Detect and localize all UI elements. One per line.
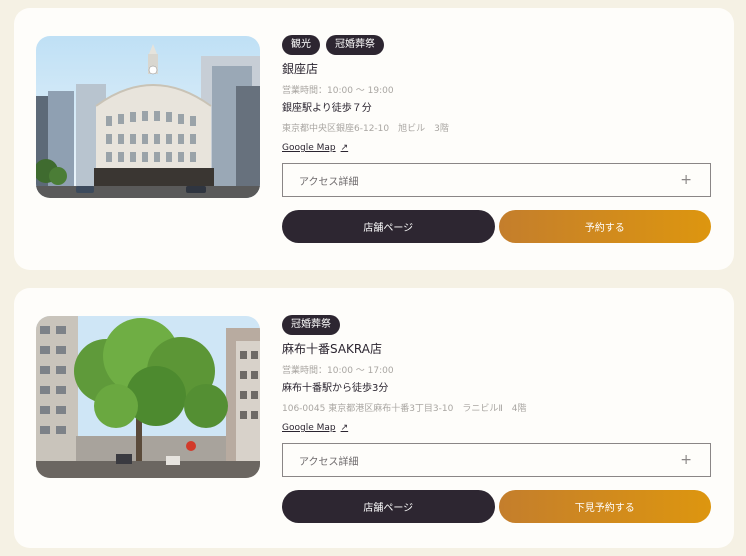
access-details-accordion[interactable]: アクセス詳細 + <box>282 443 711 477</box>
shop-card-azabu: 冠婚葬祭 麻布十番SAKRA店 営業時間：10:00 ～ 17:00 麻布十番駅… <box>14 288 734 548</box>
tag-sightseeing: 観光 <box>282 35 320 55</box>
shop-page-button[interactable]: 店舗ページ <box>282 490 495 523</box>
tag-list: 冠婚葬祭 <box>282 315 711 335</box>
tag-ceremony: 冠婚葬祭 <box>282 315 340 335</box>
tag-list: 観光 冠婚葬祭 <box>282 35 711 55</box>
business-hours: 営業時間：10:00 ～ 17:00 <box>282 366 394 376</box>
reserve-button[interactable]: 予約する <box>498 210 711 243</box>
action-buttons: 店舗ページ 下見予約する <box>282 490 711 523</box>
station-access: 麻布十番駅から徒歩3分 <box>282 383 389 394</box>
tag-ceremony: 冠婚葬祭 <box>326 35 384 55</box>
google-map-label: Google Map <box>282 423 336 433</box>
google-map-label: Google Map <box>282 143 336 153</box>
shop-info: 冠婚葬祭 麻布十番SAKRA店 営業時間：10:00 ～ 17:00 麻布十番駅… <box>282 315 711 523</box>
store-address: 106-0045 東京都港区麻布十番3丁目3-10 ラニビルⅡ 4階 <box>282 404 527 414</box>
store-name: 麻布十番SAKRA店 <box>282 342 382 356</box>
shop-page-button[interactable]: 店舗ページ <box>282 210 495 243</box>
store-name: 銀座店 <box>282 62 319 76</box>
shop-photo-azabu <box>36 316 260 478</box>
accordion-label: アクセス詳細 <box>299 456 359 468</box>
shop-card-ginza: 観光 冠婚葬祭 銀座店 営業時間：10:00 ～ 19:00 銀座駅より徒歩７分… <box>14 8 734 270</box>
shop-info: 観光 冠婚葬祭 銀座店 営業時間：10:00 ～ 19:00 銀座駅より徒歩７分… <box>282 35 711 243</box>
action-buttons: 店舗ページ 予約する <box>282 210 711 243</box>
accordion-label: アクセス詳細 <box>299 176 359 188</box>
business-hours: 営業時間：10:00 ～ 19:00 <box>282 86 394 96</box>
external-link-icon: ↗ <box>340 143 349 153</box>
google-map-link[interactable]: Google Map ↗ <box>282 422 348 434</box>
plus-icon: + <box>680 172 692 188</box>
google-map-link[interactable]: Google Map ↗ <box>282 142 348 154</box>
external-link-icon: ↗ <box>340 423 349 433</box>
store-address: 東京都中央区銀座6-12-10 旭ビル 3階 <box>282 124 449 134</box>
preview-reserve-button[interactable]: 下見予約する <box>498 490 711 523</box>
access-details-accordion[interactable]: アクセス詳細 + <box>282 163 711 197</box>
shop-photo-ginza <box>36 36 260 198</box>
station-access: 銀座駅より徒歩７分 <box>282 103 372 114</box>
plus-icon: + <box>680 452 692 468</box>
